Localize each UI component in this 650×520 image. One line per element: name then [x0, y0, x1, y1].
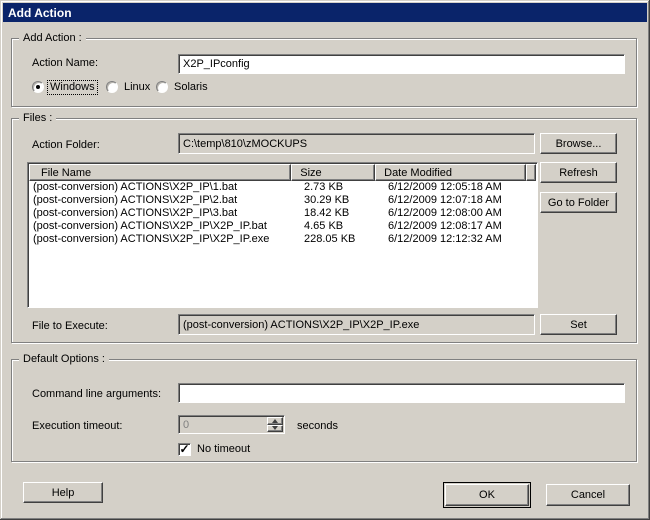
- down-arrow-icon: [272, 426, 278, 430]
- column-header-filler: [526, 164, 536, 181]
- spinner-down-button[interactable]: [267, 425, 283, 433]
- radio-windows-label: Windows: [48, 81, 97, 94]
- cell-modified: 6/12/2009 12:08:00 AM: [380, 207, 533, 220]
- command-line-arguments-input[interactable]: [178, 383, 625, 403]
- help-button[interactable]: Help: [23, 482, 103, 503]
- cell-modified: 6/12/2009 12:12:32 AM: [380, 233, 533, 246]
- radio-solaris[interactable]: Solaris: [156, 80, 210, 94]
- cell-modified: 6/12/2009 12:07:18 AM: [380, 194, 533, 207]
- action-folder-value: C:\temp\810\zMOCKUPS: [183, 138, 307, 150]
- file-list[interactable]: File Name Size Date Modified (post-conve…: [27, 162, 538, 308]
- window-title: Add Action: [8, 6, 72, 20]
- file-list-header: File Name Size Date Modified: [29, 164, 536, 181]
- file-table-body: (post-conversion) ACTIONS\X2P_IP\1.bat2.…: [29, 181, 536, 246]
- execution-timeout-value: 0: [179, 416, 267, 433]
- table-row[interactable]: (post-conversion) ACTIONS\X2P_IP\X2P_IP.…: [29, 220, 536, 233]
- table-row[interactable]: (post-conversion) ACTIONS\X2P_IP\2.bat30…: [29, 194, 536, 207]
- cell-size: 2.73 KB: [295, 181, 380, 194]
- command-line-arguments-label: Command line arguments:: [32, 388, 161, 400]
- checkbox-checked-icon: ✓: [178, 443, 191, 456]
- cell-name: (post-conversion) ACTIONS\X2P_IP\X2P_IP.…: [29, 233, 295, 246]
- cell-size: 18.42 KB: [295, 207, 380, 220]
- execution-timeout-label: Execution timeout:: [32, 420, 123, 432]
- add-action-group-legend: Add Action :: [19, 32, 86, 44]
- file-to-execute-label: File to Execute:: [32, 320, 108, 332]
- radio-solaris-label: Solaris: [172, 81, 210, 94]
- cell-name: (post-conversion) ACTIONS\X2P_IP\3.bat: [29, 207, 295, 220]
- action-name-input[interactable]: X2P_IPconfig: [178, 54, 625, 74]
- add-action-dialog: Add Action Add Action : Action Name: X2P…: [0, 0, 650, 520]
- column-header-size[interactable]: Size: [291, 164, 375, 181]
- titlebar[interactable]: Add Action: [3, 3, 647, 22]
- action-folder-label: Action Folder:: [32, 139, 100, 151]
- radio-unselected-icon: [156, 81, 168, 93]
- column-header-date-modified[interactable]: Date Modified: [375, 164, 526, 181]
- no-timeout-label: No timeout: [197, 443, 250, 456]
- ok-button[interactable]: OK: [445, 484, 529, 506]
- cell-size: 228.05 KB: [295, 233, 380, 246]
- action-name-label: Action Name:: [32, 57, 98, 69]
- browse-button[interactable]: Browse...: [540, 133, 617, 154]
- cancel-button[interactable]: Cancel: [546, 484, 630, 506]
- action-name-value: X2P_IPconfig: [183, 58, 250, 70]
- radio-linux-label: Linux: [122, 81, 152, 94]
- file-to-execute-field: (post-conversion) ACTIONS\X2P_IP\X2P_IP.…: [178, 314, 535, 335]
- set-button[interactable]: Set: [540, 314, 617, 335]
- radio-unselected-icon: [106, 81, 118, 93]
- no-timeout-checkbox[interactable]: ✓ No timeout: [178, 443, 250, 456]
- go-to-folder-button[interactable]: Go to Folder: [540, 192, 617, 213]
- radio-windows[interactable]: Windows: [32, 80, 97, 94]
- execution-timeout-spinner[interactable]: 0: [178, 415, 285, 434]
- radio-linux[interactable]: Linux: [106, 80, 152, 94]
- files-group-legend: Files :: [19, 112, 56, 124]
- seconds-label: seconds: [297, 420, 338, 432]
- cell-name: (post-conversion) ACTIONS\X2P_IP\1.bat: [29, 181, 295, 194]
- spinner-buttons: [267, 417, 283, 432]
- spinner-up-button[interactable]: [267, 417, 283, 425]
- cell-size: 30.29 KB: [295, 194, 380, 207]
- column-header-file-name[interactable]: File Name: [29, 164, 291, 181]
- action-folder-field: C:\temp\810\zMOCKUPS: [178, 133, 535, 154]
- file-to-execute-value: (post-conversion) ACTIONS\X2P_IP\X2P_IP.…: [183, 319, 419, 331]
- cell-name: (post-conversion) ACTIONS\X2P_IP\2.bat: [29, 194, 295, 207]
- cell-modified: 6/12/2009 12:05:18 AM: [380, 181, 533, 194]
- cell-name: (post-conversion) ACTIONS\X2P_IP\X2P_IP.…: [29, 220, 295, 233]
- default-options-group-legend: Default Options :: [19, 353, 109, 365]
- table-row[interactable]: (post-conversion) ACTIONS\X2P_IP\1.bat2.…: [29, 181, 536, 194]
- cell-size: 4.65 KB: [295, 220, 380, 233]
- cell-modified: 6/12/2009 12:08:17 AM: [380, 220, 533, 233]
- radio-selected-icon: [32, 81, 44, 93]
- table-row[interactable]: (post-conversion) ACTIONS\X2P_IP\3.bat18…: [29, 207, 536, 220]
- default-options-group: [11, 359, 637, 462]
- table-row[interactable]: (post-conversion) ACTIONS\X2P_IP\X2P_IP.…: [29, 233, 536, 246]
- refresh-button[interactable]: Refresh: [540, 162, 617, 183]
- up-arrow-icon: [272, 419, 278, 423]
